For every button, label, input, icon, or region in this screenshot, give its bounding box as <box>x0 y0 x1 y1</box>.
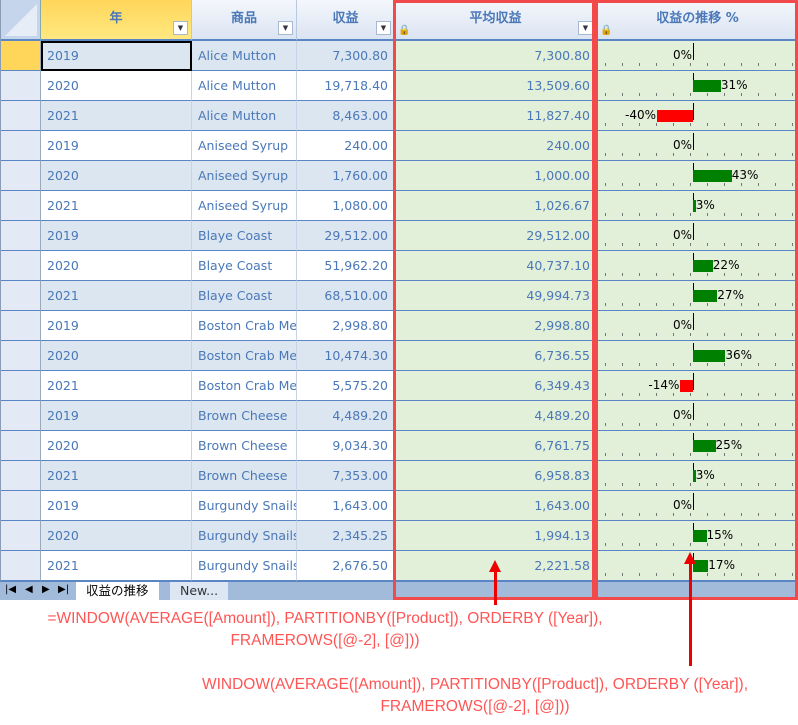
product-cell[interactable]: Burgundy Snails <box>192 521 297 551</box>
year-cell[interactable]: 2020 <box>41 521 192 551</box>
year-cell[interactable]: 2019 <box>41 311 192 341</box>
year-cell[interactable]: 2020 <box>41 71 192 101</box>
year-cell[interactable]: 2021 <box>41 281 192 311</box>
avg-column-highlight <box>393 0 595 600</box>
product-cell[interactable]: Aniseed Syrup <box>192 161 297 191</box>
product-cell[interactable]: Alice Mutton <box>192 41 297 71</box>
amount-cell[interactable]: 2,345.25 <box>297 521 395 551</box>
amount-cell[interactable]: 1,643.00 <box>297 491 395 521</box>
year-cell[interactable]: 2021 <box>41 191 192 221</box>
row-header[interactable] <box>1 491 41 521</box>
row-header[interactable] <box>1 311 41 341</box>
filter-dropdown-icon[interactable]: ▼ <box>376 21 391 35</box>
avg-formula-note: =WINDOW(AVERAGE([Amount]), PARTITIONBY([… <box>47 610 603 649</box>
trend-column-highlight <box>595 0 798 600</box>
tab-new-sheet[interactable]: New... <box>170 582 229 600</box>
amount-cell[interactable]: 2,676.50 <box>297 551 395 581</box>
select-all-corner[interactable] <box>1 0 41 41</box>
row-header[interactable] <box>1 341 41 371</box>
product-cell[interactable]: Aniseed Syrup <box>192 191 297 221</box>
column-header-product[interactable]: 商品 ▼ <box>192 0 297 41</box>
year-cell[interactable]: 2019 <box>41 401 192 431</box>
row-header[interactable] <box>1 431 41 461</box>
row-header[interactable] <box>1 371 41 401</box>
prev-sheet-icon[interactable]: ◀ <box>25 584 33 595</box>
filter-dropdown-icon[interactable]: ▼ <box>173 21 188 35</box>
amount-cell[interactable]: 4,489.20 <box>297 401 395 431</box>
row-header[interactable] <box>1 461 41 491</box>
amount-cell[interactable]: 9,034.30 <box>297 431 395 461</box>
row-header[interactable] <box>1 71 41 101</box>
year-cell[interactable]: 2020 <box>41 341 192 371</box>
product-cell[interactable]: Brown Cheese <box>192 401 297 431</box>
amount-cell[interactable]: 5,575.20 <box>297 371 395 401</box>
product-cell[interactable]: Alice Mutton <box>192 71 297 101</box>
row-header[interactable] <box>1 551 41 581</box>
row-header[interactable] <box>1 161 41 191</box>
row-header[interactable] <box>1 41 41 71</box>
product-cell[interactable]: Alice Mutton <box>192 101 297 131</box>
product-cell[interactable]: Burgundy Snails <box>192 491 297 521</box>
product-cell[interactable]: Burgundy Snails <box>192 551 297 581</box>
amount-cell[interactable]: 10,474.30 <box>297 341 395 371</box>
amount-cell[interactable]: 8,463.00 <box>297 101 395 131</box>
amount-cell[interactable]: 240.00 <box>297 131 395 161</box>
row-header[interactable] <box>1 101 41 131</box>
amount-cell[interactable]: 7,300.80 <box>297 41 395 71</box>
row-header[interactable] <box>1 221 41 251</box>
row-header[interactable] <box>1 401 41 431</box>
row-header[interactable] <box>1 191 41 221</box>
row-header[interactable] <box>1 521 41 551</box>
amount-cell[interactable]: 51,962.20 <box>297 251 395 281</box>
row-header[interactable] <box>1 131 41 161</box>
amount-cell[interactable]: 1,080.00 <box>297 191 395 221</box>
amount-cell[interactable]: 7,353.00 <box>297 461 395 491</box>
year-cell[interactable]: 2019 <box>41 41 192 71</box>
year-cell[interactable]: 2020 <box>41 431 192 461</box>
tab-active-sheet[interactable]: 収益の推移 <box>76 582 159 600</box>
amount-cell[interactable]: 29,512.00 <box>297 221 395 251</box>
row-header[interactable] <box>1 251 41 281</box>
column-header-year[interactable]: 年 ▼ <box>41 0 192 41</box>
arrow-shaft <box>689 562 692 666</box>
trend-formula-note: WINDOW(AVERAGE([Amount]), PARTITIONBY([P… <box>201 676 749 715</box>
filter-dropdown-icon[interactable]: ▼ <box>278 21 293 35</box>
year-cell[interactable]: 2020 <box>41 251 192 281</box>
amount-cell[interactable]: 1,760.00 <box>297 161 395 191</box>
year-cell[interactable]: 2021 <box>41 101 192 131</box>
product-cell[interactable]: Blaye Coast <box>192 281 297 311</box>
amount-cell[interactable]: 19,718.40 <box>297 71 395 101</box>
product-cell[interactable]: Boston Crab Me <box>192 311 297 341</box>
last-sheet-icon[interactable]: ▶| <box>58 584 69 595</box>
row-header[interactable] <box>1 281 41 311</box>
product-cell[interactable]: Brown Cheese <box>192 461 297 491</box>
arrow-shaft <box>494 570 497 605</box>
year-cell[interactable]: 2020 <box>41 161 192 191</box>
first-sheet-icon[interactable]: |◀ <box>5 584 16 595</box>
next-sheet-icon[interactable]: ▶ <box>42 584 50 595</box>
product-cell[interactable]: Boston Crab Me <box>192 341 297 371</box>
year-cell[interactable]: 2021 <box>41 551 192 581</box>
product-cell[interactable]: Brown Cheese <box>192 431 297 461</box>
product-cell[interactable]: Blaye Coast <box>192 251 297 281</box>
product-cell[interactable]: Blaye Coast <box>192 221 297 251</box>
year-cell[interactable]: 2021 <box>41 371 192 401</box>
product-cell[interactable]: Boston Crab Me <box>192 371 297 401</box>
amount-cell[interactable]: 2,998.80 <box>297 311 395 341</box>
year-cell[interactable]: 2021 <box>41 461 192 491</box>
year-cell[interactable]: 2019 <box>41 131 192 161</box>
amount-cell[interactable]: 68,510.00 <box>297 281 395 311</box>
column-header-amount[interactable]: 収益 ▼ <box>297 0 395 41</box>
year-cell[interactable]: 2019 <box>41 491 192 521</box>
product-cell[interactable]: Aniseed Syrup <box>192 131 297 161</box>
year-cell[interactable]: 2019 <box>41 221 192 251</box>
